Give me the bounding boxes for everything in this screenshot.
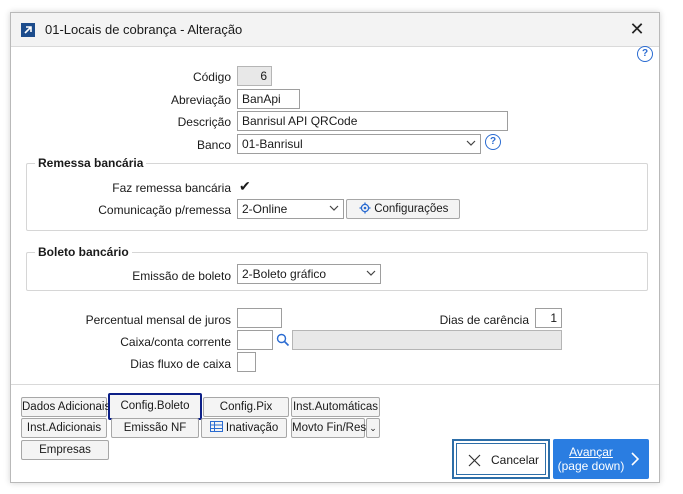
banco-value: 01-Banrisul bbox=[242, 137, 303, 151]
close-icon bbox=[468, 454, 481, 467]
cancel-label: Cancelar bbox=[491, 453, 540, 467]
banco-help-icon[interactable]: ? bbox=[485, 134, 501, 150]
faz-remessa-checkbox[interactable]: ✔ bbox=[239, 179, 253, 193]
comunicacao-select[interactable]: 2-Online bbox=[237, 199, 344, 219]
help-icon[interactable]: ? bbox=[637, 46, 653, 62]
emissao-boleto-value: 2-Boleto gráfico bbox=[242, 267, 327, 281]
inst-automaticas-button[interactable]: Inst.Automáticas bbox=[291, 397, 380, 417]
remessa-group bbox=[26, 163, 648, 231]
carencia-field[interactable]: 1 bbox=[535, 308, 562, 328]
close-icon[interactable]: ✕ bbox=[627, 19, 647, 39]
descricao-label: Descrição bbox=[177, 115, 231, 129]
config-boleto-button[interactable]: Config.Boleto bbox=[108, 393, 202, 420]
emissao-boleto-label: Emissão de boleto bbox=[132, 269, 231, 283]
table-icon bbox=[209, 421, 223, 432]
inst-adicionais-button[interactable]: Inst.Adicionais bbox=[21, 418, 107, 438]
dados-adicionais-button[interactable]: Dados Adicionais bbox=[21, 397, 110, 417]
advance-hint: (page down) bbox=[557, 459, 625, 473]
dialog-window: 01-Locais de cobrança - Alteração ✕ ? Có… bbox=[10, 12, 660, 483]
chevron-down-icon bbox=[366, 270, 376, 276]
emissao-nf-button[interactable]: Emissão NF bbox=[111, 418, 199, 438]
abreviacao-label: Abreviação bbox=[170, 93, 231, 107]
comunicacao-label: Comunicação p/remessa bbox=[98, 203, 231, 217]
search-icon[interactable] bbox=[276, 333, 290, 347]
remessa-group-title: Remessa bancária bbox=[35, 156, 147, 170]
inativacao-button[interactable]: Inativação bbox=[201, 418, 287, 438]
faz-remessa-label: Faz remessa bancária bbox=[112, 181, 231, 195]
banco-label: Banco bbox=[196, 138, 231, 152]
cancel-button[interactable]: Cancelar bbox=[452, 439, 550, 479]
advance-label: Avançar bbox=[569, 445, 613, 459]
caixa-description-field bbox=[292, 330, 562, 350]
emissao-boleto-select[interactable]: 2-Boleto gráfico bbox=[237, 264, 381, 284]
caixa-label: Caixa/conta corrente bbox=[120, 335, 231, 349]
movto-button[interactable]: Movto Fin/Res bbox=[291, 418, 366, 438]
divider bbox=[11, 384, 659, 385]
chevron-down-icon bbox=[466, 140, 476, 146]
config-pix-button[interactable]: Config.Pix bbox=[203, 397, 289, 417]
inativacao-label: Inativação bbox=[225, 422, 279, 434]
configuracoes-label: Configurações bbox=[374, 203, 449, 215]
boleto-group-title: Boleto bancário bbox=[35, 245, 132, 259]
window-title: 01-Locais de cobrança - Alteração bbox=[45, 22, 243, 37]
chevron-down-icon bbox=[329, 205, 339, 211]
app-arrow-icon bbox=[21, 23, 35, 37]
codigo-label: Código bbox=[192, 70, 231, 84]
banco-select[interactable]: 01-Banrisul bbox=[237, 134, 481, 154]
juros-field[interactable] bbox=[237, 308, 282, 328]
abreviacao-field[interactable]: BanApi bbox=[237, 89, 300, 109]
gear-icon bbox=[359, 202, 371, 214]
comunicacao-value: 2-Online bbox=[242, 202, 288, 216]
movto-dropdown-icon[interactable]: ⌄ bbox=[366, 418, 380, 438]
juros-label: Percentual mensal de juros bbox=[85, 313, 231, 327]
chevron-right-icon bbox=[631, 452, 639, 466]
configuracoes-button[interactable]: Configurações bbox=[346, 199, 460, 219]
carencia-label: Dias de carência bbox=[439, 313, 529, 327]
codigo-field: 6 bbox=[237, 66, 272, 86]
fluxo-field[interactable] bbox=[237, 352, 256, 372]
fluxo-label: Dias fluxo de caixa bbox=[130, 357, 231, 371]
empresas-button[interactable]: Empresas bbox=[21, 440, 109, 460]
advance-button[interactable]: Avançar (page down) bbox=[553, 439, 649, 479]
title-bar: 01-Locais de cobrança - Alteração ✕ bbox=[11, 13, 659, 47]
caixa-field[interactable] bbox=[237, 330, 273, 350]
descricao-field[interactable]: Banrisul API QRCode bbox=[237, 111, 508, 131]
